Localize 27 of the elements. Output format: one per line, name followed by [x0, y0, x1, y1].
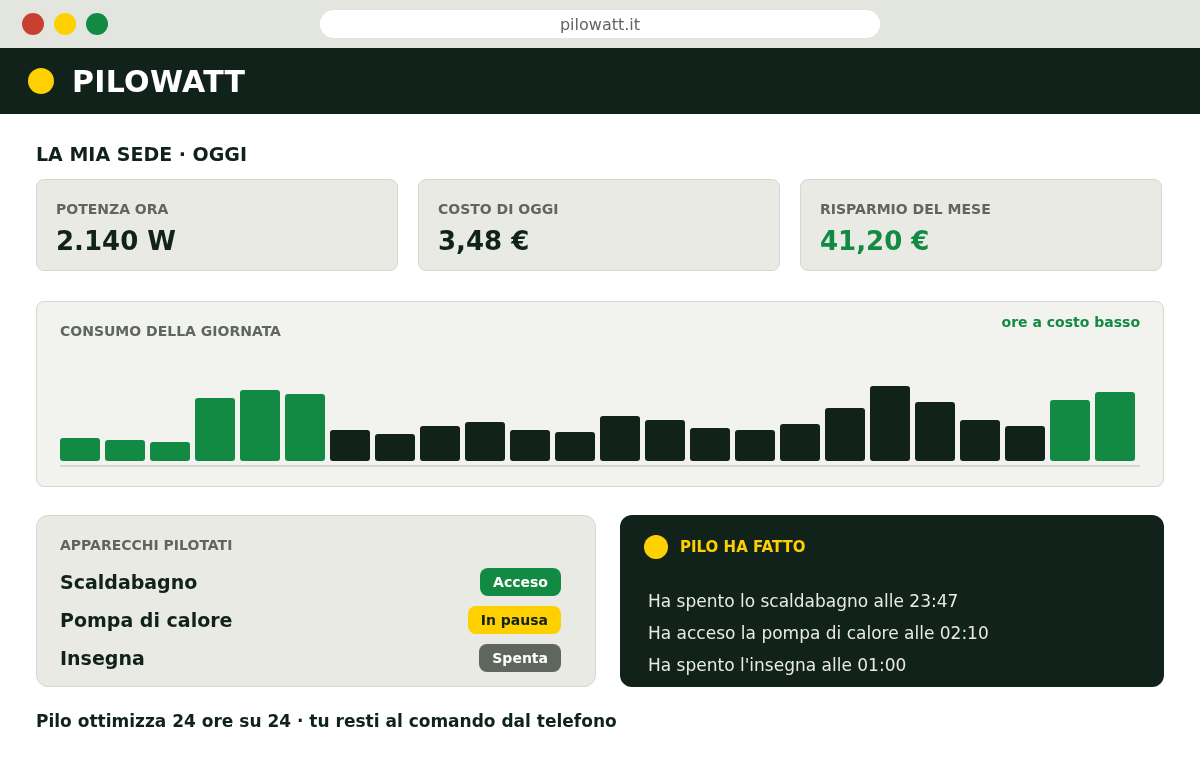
page-title: LA MIA SEDE · OGGI [36, 142, 247, 166]
window-control-icon[interactable] [22, 13, 44, 35]
device-name: Scaldabagno [60, 571, 198, 593]
device-name: Insegna [60, 647, 145, 669]
footer-text: Pilo ottimizza 24 ore su 24 · tu resti al comando dal telefono [36, 711, 617, 731]
panel-title: APPARECCHI PILOTATI [60, 537, 233, 554]
activity-entry: Ha acceso la pompa di calore alle 02:10 [648, 622, 989, 645]
status-dot-icon [644, 535, 668, 559]
status-badge: Spenta [479, 644, 561, 672]
logo-icon [28, 68, 54, 94]
stat-label: POTENZA ORA [56, 201, 169, 218]
stat-value: 2.140 W [56, 225, 176, 257]
stat-value: 41,20 € [820, 225, 930, 257]
status-badge: In pausa [467, 606, 561, 634]
panel-title: PILO HA FATTO [680, 538, 806, 556]
stat-value: 3,48 € [438, 225, 530, 257]
status-badge: Acceso [480, 568, 561, 596]
address-bar[interactable]: pilowatt.it [320, 10, 880, 38]
activity-entry: Ha spento lo scaldabagno alle 23:47 [648, 590, 959, 613]
brand-name: PILOWATT [72, 63, 246, 99]
activity-entry: Ha spento l'insegna alle 01:00 [648, 654, 907, 677]
window-control-icon[interactable] [86, 13, 108, 35]
chart-legend: ore a costo basso [1001, 314, 1140, 331]
chart-title: CONSUMO DELLA GIORNATA [60, 323, 281, 340]
stat-label: COSTO DI OGGI [438, 201, 559, 218]
stat-label: RISPARMIO DEL MESE [820, 201, 991, 218]
device-name: Pompa di calore [60, 609, 233, 631]
